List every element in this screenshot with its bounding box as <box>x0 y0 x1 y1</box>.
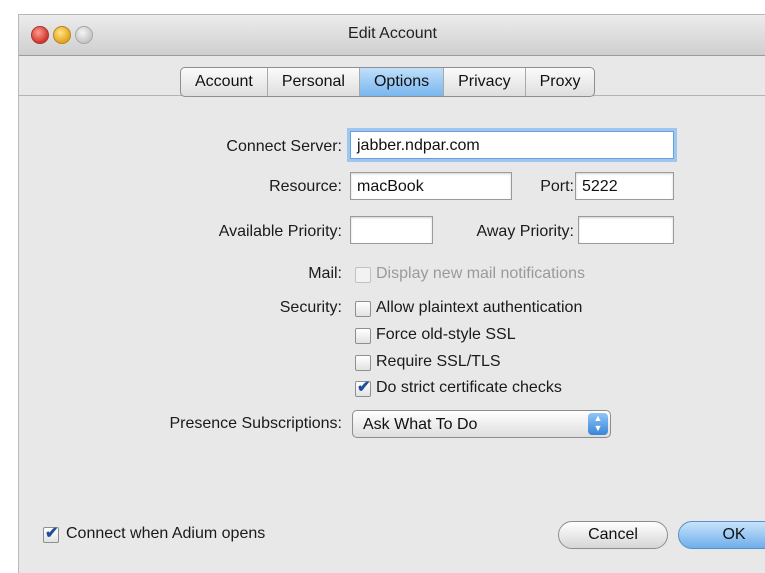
resource-field[interactable]: macBook <box>350 172 512 200</box>
connect-server-field[interactable]: jabber.ndpar.com <box>350 131 674 159</box>
require-ssl-tls-checkbox[interactable] <box>355 355 371 371</box>
strict-cert-checks-checkbox[interactable]: ✔ <box>355 379 371 397</box>
allow-plaintext-checkbox[interactable] <box>355 301 371 317</box>
away-priority-label: Away Priority: <box>476 223 574 240</box>
presence-subscriptions-popup[interactable]: Ask What To Do ▲ ▼ <box>352 410 611 438</box>
tab-proxy[interactable]: Proxy <box>526 68 595 96</box>
force-old-ssl-text: Force old-style SSL <box>376 326 516 343</box>
connect-on-open-text: Connect when Adium opens <box>66 525 266 542</box>
connect-server-label: Connect Server: <box>226 138 342 155</box>
tab-personal[interactable]: Personal <box>268 68 360 96</box>
port-field[interactable]: 5222 <box>575 172 674 200</box>
strict-cert-checks-text: Do strict certificate checks <box>376 379 562 396</box>
ok-button[interactable]: OK <box>678 521 765 549</box>
tab-privacy[interactable]: Privacy <box>444 68 526 96</box>
tab-bar: Account Personal Options Privacy Proxy <box>180 67 596 97</box>
edit-account-window: Edit Account Account Personal Options Pr… <box>18 14 765 573</box>
tab-account[interactable]: Account <box>181 68 268 96</box>
mail-label: Mail: <box>308 265 342 282</box>
force-old-ssl-checkbox[interactable] <box>355 328 371 344</box>
up-down-arrows-icon: ▲ ▼ <box>588 413 608 435</box>
available-priority-field[interactable] <box>350 216 433 244</box>
security-label: Security: <box>279 299 342 316</box>
presence-subscriptions-label: Presence Subscriptions: <box>169 415 342 432</box>
tab-options[interactable]: Options <box>359 68 445 96</box>
window-title: Edit Account <box>348 25 437 42</box>
checkmark-icon: ✔ <box>357 379 371 396</box>
title-bar: Edit Account <box>19 15 765 56</box>
away-priority-field[interactable] <box>578 216 674 244</box>
cancel-button[interactable]: Cancel <box>558 521 668 549</box>
require-ssl-tls-text: Require SSL/TLS <box>376 353 501 370</box>
presence-subscriptions-value: Ask What To Do <box>363 416 478 433</box>
checkmark-icon: ✔ <box>45 525 59 542</box>
resource-label: Resource: <box>269 178 342 195</box>
mail-notifications-text: Display new mail notifications <box>376 265 585 282</box>
port-label: Port: <box>540 178 574 195</box>
mail-notifications-checkbox[interactable] <box>355 267 371 283</box>
connect-on-open-checkbox[interactable]: ✔ <box>43 525 59 543</box>
allow-plaintext-text: Allow plaintext authentication <box>376 299 583 316</box>
available-priority-label: Available Priority: <box>218 223 342 240</box>
